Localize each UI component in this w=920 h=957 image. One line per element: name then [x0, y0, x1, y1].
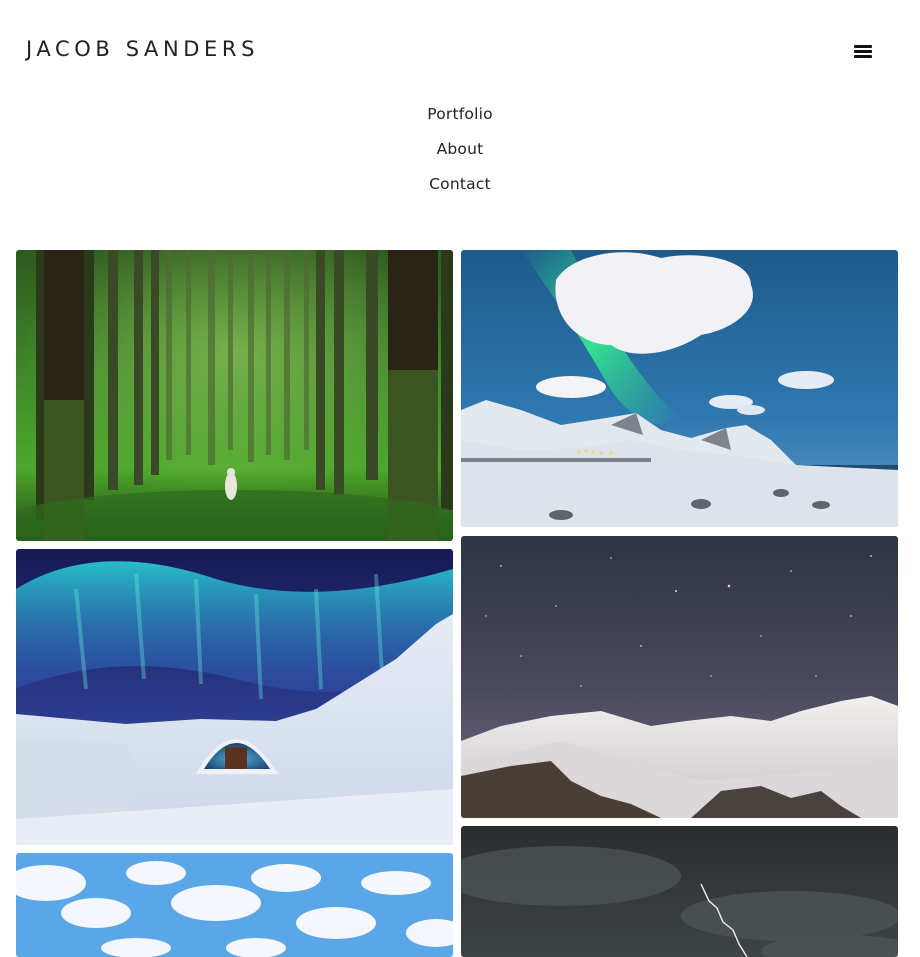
gallery-photo-forest[interactable] [16, 250, 453, 541]
gallery-photo-lightning-storm[interactable] [461, 826, 898, 957]
site-title[interactable]: JACOB SANDERS [26, 35, 259, 63]
main-nav: Portfolio About Contact [0, 100, 920, 205]
gallery-photo-starry-mountains[interactable] [461, 536, 898, 818]
gallery-photo-aurora-coast[interactable] [461, 250, 898, 527]
gallery-photo-clouds-sky[interactable] [16, 853, 453, 957]
nav-item-about[interactable]: About [0, 135, 920, 170]
page: JACOB SANDERS Portfolio About Contact [0, 0, 920, 957]
nav-item-portfolio[interactable]: Portfolio [0, 100, 920, 135]
hamburger-menu-icon[interactable] [851, 40, 875, 62]
nav-item-contact[interactable]: Contact [0, 170, 920, 205]
gallery-photo-aurora-ice-hotel[interactable] [16, 549, 453, 845]
